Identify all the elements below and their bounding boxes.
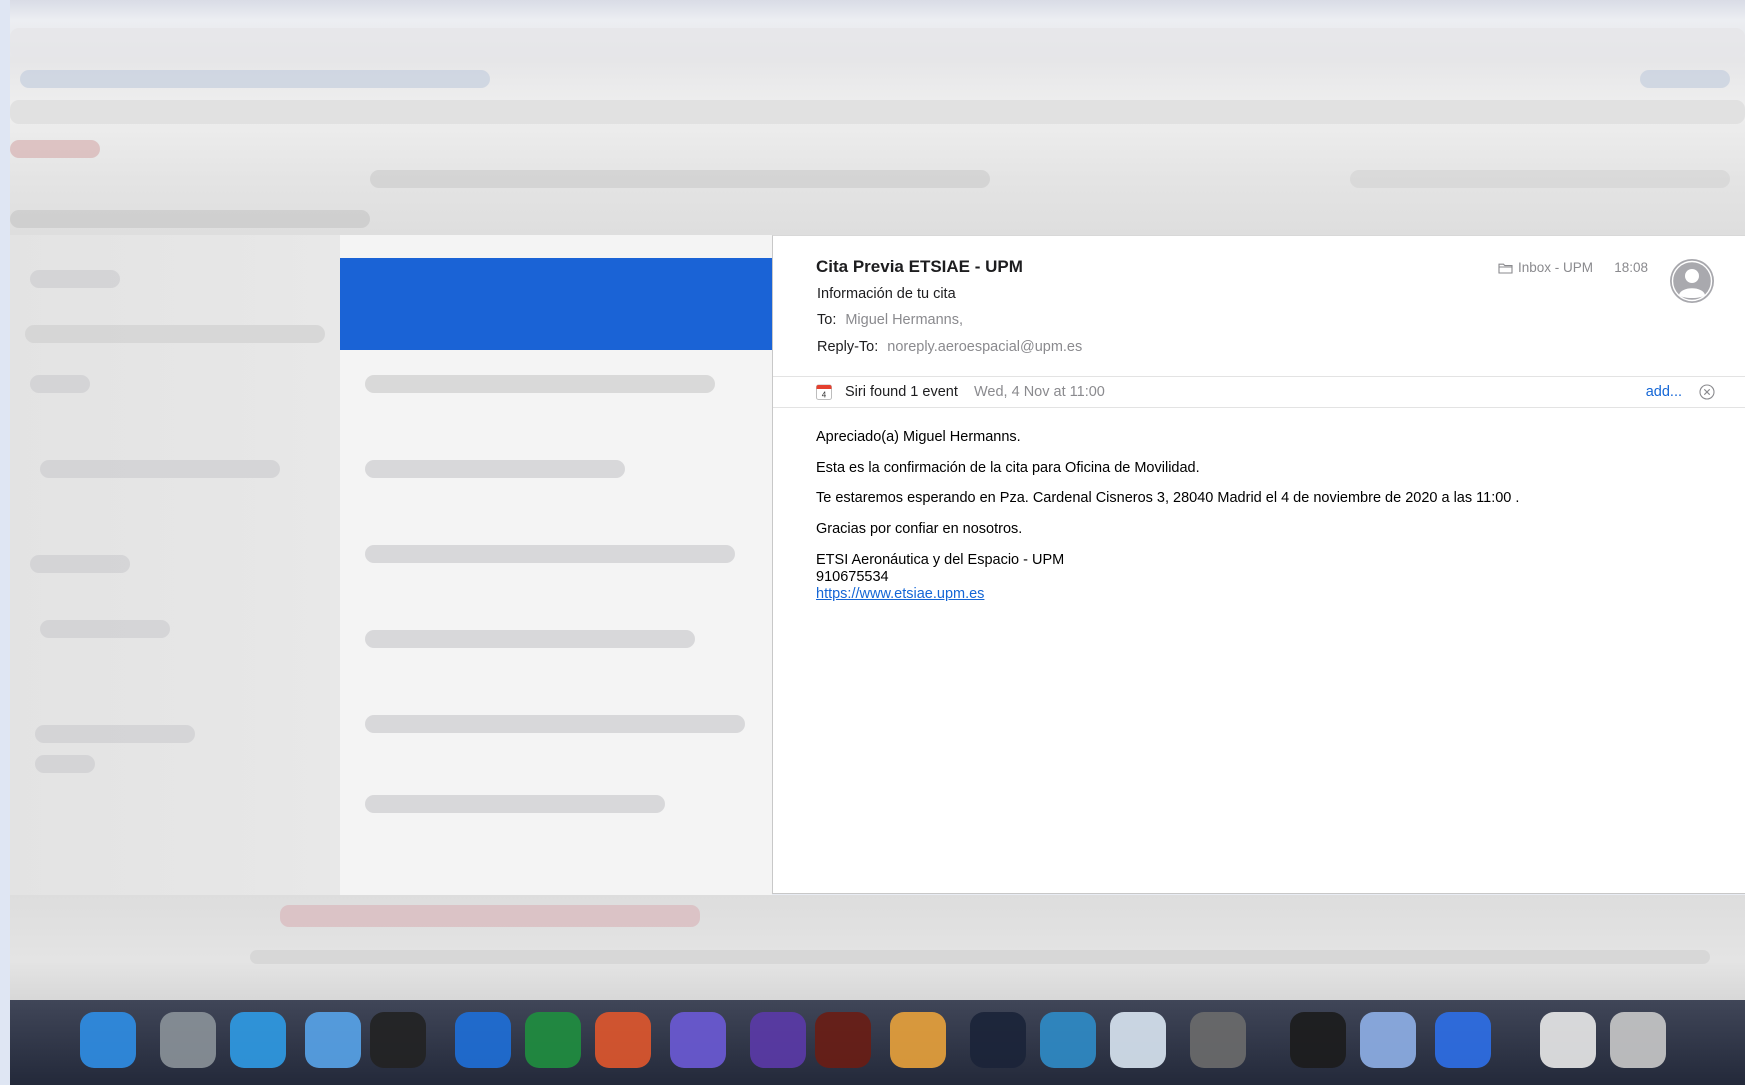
dock-app-icon[interactable] bbox=[455, 1012, 511, 1068]
mail-toolbar-obscured bbox=[10, 0, 1745, 235]
message-viewer: Cita Previa ETSIAE - UPM Información de … bbox=[772, 235, 1745, 894]
siri-found-text: Siri found 1 event bbox=[845, 384, 958, 400]
dock-app-icon[interactable] bbox=[160, 1012, 216, 1068]
signature-link[interactable]: https://www.etsiae.upm.es bbox=[816, 586, 984, 602]
greeting-text: Apreciado(a) Miguel Hermanns. bbox=[816, 429, 1021, 445]
dock-app-icon[interactable] bbox=[1610, 1012, 1666, 1068]
to-recipient[interactable]: Miguel Hermanns, bbox=[845, 312, 963, 328]
dock-app-icon[interactable] bbox=[595, 1012, 651, 1068]
close-circle-icon[interactable] bbox=[1699, 384, 1715, 400]
sender-name[interactable]: Cita Previa ETSIAE - UPM bbox=[816, 257, 1023, 277]
dock-app-icon[interactable] bbox=[1190, 1012, 1246, 1068]
selected-message-row-obscured bbox=[340, 258, 772, 350]
body-paragraph: Esta es la confirmación de la cita para … bbox=[816, 459, 1200, 476]
dock-app-icon[interactable] bbox=[305, 1012, 361, 1068]
signature: ETSI Aeronáutica y del Espacio - UPM 910… bbox=[816, 552, 1725, 603]
dock-app-icon[interactable] bbox=[1540, 1012, 1596, 1068]
message-body: Apreciado(a) Miguel Hermanns. Esta es la… bbox=[816, 430, 1725, 603]
dock-app-icon[interactable] bbox=[230, 1012, 286, 1068]
dock-app-icon[interactable] bbox=[890, 1012, 946, 1068]
dock-app-icon[interactable] bbox=[370, 1012, 426, 1068]
message-time: 18:08 bbox=[1614, 260, 1648, 275]
dock-app-icon[interactable] bbox=[1040, 1012, 1096, 1068]
dock-app-icon[interactable] bbox=[1360, 1012, 1416, 1068]
person-avatar-icon[interactable] bbox=[1670, 259, 1714, 303]
calendar-day: 4 bbox=[822, 390, 827, 399]
dock-app-icon[interactable] bbox=[750, 1012, 806, 1068]
dock-app-icon[interactable] bbox=[80, 1012, 136, 1068]
signature-org: ETSI Aeronáutica y del Espacio - UPM bbox=[816, 552, 1065, 568]
siri-event-date: Wed, 4 Nov at 11:00 bbox=[974, 384, 1105, 400]
message-header: Cita Previa ETSIAE - UPM Información de … bbox=[773, 236, 1745, 377]
to-label: To: bbox=[817, 312, 837, 328]
signature-phone: 910675534 bbox=[816, 569, 889, 585]
dock-app-icon[interactable] bbox=[525, 1012, 581, 1068]
message-subject: Información de tu cita bbox=[817, 286, 956, 302]
to-line: To: Miguel Hermanns, bbox=[817, 312, 963, 328]
calendar-icon: 4 bbox=[816, 384, 832, 400]
window-bottom-obscured bbox=[10, 895, 1745, 1005]
mailbox-indicator: Inbox - UPM bbox=[1498, 260, 1593, 275]
reply-to-line: Reply-To: noreply.aeroespacial@upm.es bbox=[817, 339, 1082, 355]
reply-to-address[interactable]: noreply.aeroespacial@upm.es bbox=[887, 339, 1082, 355]
dock-app-icon[interactable] bbox=[815, 1012, 871, 1068]
mailbox-sidebar-obscured bbox=[10, 235, 340, 895]
body-paragraph: Te estaremos esperando en Pza. Cardenal … bbox=[816, 490, 1520, 506]
reply-to-label: Reply-To: bbox=[817, 339, 879, 355]
desktop-edge bbox=[0, 0, 10, 1085]
siri-suggestion-bar: 4 Siri found 1 event Wed, 4 Nov at 11:00… bbox=[773, 376, 1745, 408]
body-paragraph: Gracias por confiar en nosotros. bbox=[816, 520, 1023, 537]
dock-app-icon[interactable] bbox=[1435, 1012, 1491, 1068]
dock-app-icon[interactable] bbox=[1110, 1012, 1166, 1068]
dock-app-icon[interactable] bbox=[1290, 1012, 1346, 1068]
dock-app-icon[interactable] bbox=[670, 1012, 726, 1068]
add-event-button[interactable]: add... bbox=[1646, 384, 1682, 400]
dock-app-icon[interactable] bbox=[970, 1012, 1026, 1068]
mailbox-name: Inbox - UPM bbox=[1517, 260, 1593, 275]
folder-icon bbox=[1498, 263, 1513, 274]
